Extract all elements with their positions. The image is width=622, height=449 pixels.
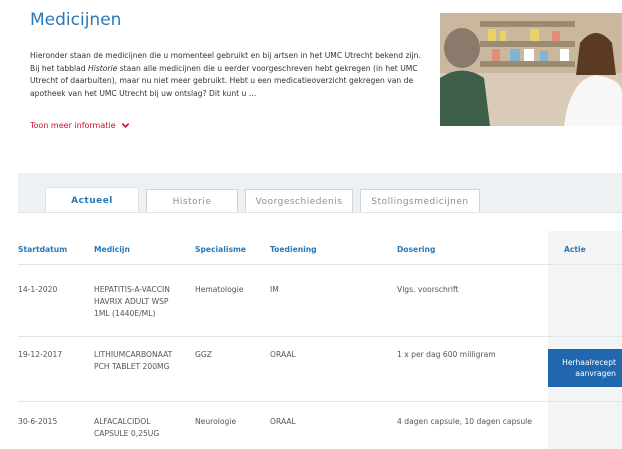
header-medicijn: Medicijn — [94, 245, 130, 254]
row-divider — [18, 401, 622, 402]
header-startdatum: Startdatum — [18, 245, 68, 254]
cell-startdatum: 30-6-2015 — [18, 417, 58, 426]
cell-startdatum: 14-1-2020 — [18, 285, 58, 294]
tab-actueel[interactable]: Actueel — [45, 187, 139, 213]
cell-specialisme: GGZ — [195, 350, 212, 359]
cell-specialisme: Hematologie — [195, 285, 244, 294]
cell-toediening: IM — [270, 285, 279, 294]
intro-section: Medicijnen Hieronder staan de medicijnen… — [0, 0, 622, 170]
intro-text: Hieronder staan de medicijnen die u mome… — [30, 50, 426, 100]
repeat-prescription-button[interactable]: Herhaalrecept aanvragen — [548, 349, 622, 387]
row-divider — [18, 336, 622, 337]
cell-dosering: 1 x per dag 600 milligram — [397, 350, 496, 359]
show-more-link[interactable]: Toon meer informatie — [30, 121, 130, 130]
medication-panel: Actueel Historie Voorgeschiedenis Stolli… — [18, 173, 622, 449]
cell-startdatum: 19-12-2017 — [18, 350, 63, 359]
header-actie: Actie — [564, 245, 586, 254]
cell-specialisme: Neurologie — [195, 417, 237, 426]
tab-divider — [18, 212, 622, 213]
header-specialisme: Specialisme — [195, 245, 247, 254]
intro-text-historie: Historie — [88, 63, 118, 73]
tab-stollingsmedicijnen[interactable]: Stollingsmedicijnen — [360, 189, 480, 213]
tab-bar: Actueel Historie Voorgeschiedenis Stolli… — [18, 173, 622, 213]
show-more-label: Toon meer informatie — [30, 121, 116, 130]
table-header: Startdatum Medicijn Specialisme Toedieni… — [18, 245, 622, 261]
tab-historie[interactable]: Historie — [146, 189, 238, 213]
chevron-down-icon — [121, 123, 129, 128]
header-toediening: Toediening — [270, 245, 317, 254]
pharmacy-photo — [440, 13, 622, 126]
cell-toediening: ORAAL — [270, 350, 296, 359]
cell-medicijn: LITHIUMCARBONAAT PCH TABLET 200MG — [94, 350, 173, 371]
row-divider — [18, 264, 622, 265]
page-title: Medicijnen — [30, 10, 122, 30]
cell-toediening: ORAAL — [270, 417, 296, 426]
cell-dosering: Vlgs. voorschrift — [397, 285, 459, 294]
tab-voorgeschiedenis[interactable]: Voorgeschiedenis — [245, 189, 353, 213]
cell-medicijn: HEPATITIS-A-VACCIN HAVRIX ADULT WSP 1ML … — [94, 285, 170, 318]
cell-dosering: 4 dagen capsule, 10 dagen capsule — [397, 417, 532, 426]
cell-medicijn: ALFACALCIDOL CAPSULE 0,25UG — [94, 417, 160, 438]
header-dosering: Dosering — [397, 245, 436, 254]
